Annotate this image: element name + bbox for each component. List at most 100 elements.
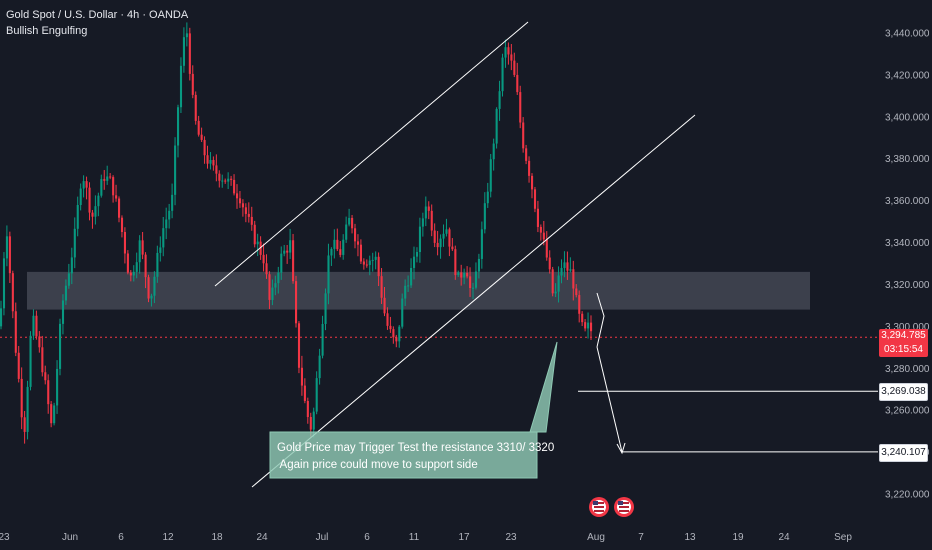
candle-body: [374, 256, 377, 260]
candle-body: [560, 267, 563, 276]
indicator-label[interactable]: Bullish Engulfing: [6, 23, 188, 39]
candle-body: [233, 179, 236, 194]
candle-body: [362, 261, 365, 265]
resistance-zone: [27, 271, 810, 310]
candle-body: [318, 355, 321, 379]
candle-body: [348, 217, 351, 225]
y-tick-label: 3,420.000: [885, 70, 930, 81]
callout-line-2: Again price could move to support side: [277, 459, 478, 471]
candle-body: [56, 368, 59, 406]
candle-body: [97, 195, 100, 207]
candle-body: [271, 287, 274, 300]
candle-body: [297, 323, 301, 368]
candle-body: [315, 378, 318, 412]
candle-body: [73, 228, 76, 258]
x-tick-label: 13: [684, 532, 696, 543]
candle-body: [536, 208, 539, 227]
y-tick-label: 3,400.000: [885, 112, 930, 123]
candle-body: [256, 241, 259, 245]
candle-body: [572, 269, 575, 289]
candle-body: [442, 233, 445, 239]
y-tick-label: 3,220.000: [885, 490, 930, 501]
candle-body: [551, 269, 554, 294]
candle-body: [569, 269, 572, 271]
candle-body: [371, 259, 374, 261]
candle-body: [522, 122, 525, 149]
candle-body: [545, 239, 548, 258]
candle-body: [575, 288, 578, 296]
x-tick-label: 6: [118, 532, 124, 543]
candle-body: [91, 212, 94, 217]
candle-body: [454, 249, 457, 276]
candle-body: [227, 178, 230, 182]
candle-body: [153, 276, 156, 296]
candle-body: [156, 252, 159, 277]
candle-body: [109, 176, 112, 178]
callout[interactable]: Gold Price may Trigger Test the resistan…: [269, 341, 558, 479]
candle-body: [53, 405, 56, 424]
candle-body: [436, 242, 439, 248]
candle-body: [584, 322, 587, 329]
x-axis: 23 Jun 6 12 18 24 Jul 6 11 17 23 Aug 7 13 19 24 Sep: [0, 532, 852, 543]
candle-body: [126, 253, 129, 273]
candle-body: [289, 240, 292, 253]
candle-body: [191, 73, 194, 95]
candle-body: [5, 236, 8, 259]
candle-body: [120, 217, 124, 232]
candle-body: [430, 210, 433, 231]
candle-body: [14, 311, 17, 353]
candle-body: [212, 159, 215, 166]
candle-body: [513, 60, 516, 75]
candle-body: [215, 165, 218, 174]
candle-body: [533, 189, 537, 209]
candle-body: [79, 188, 82, 205]
candle-body: [38, 336, 41, 348]
candle-body: [587, 322, 590, 329]
candle-body: [377, 256, 380, 277]
candle-body: [368, 260, 371, 265]
candle-body: [118, 198, 121, 218]
x-tick-label: Jul: [316, 532, 329, 543]
candle-body: [238, 198, 242, 204]
candle-body: [179, 65, 183, 108]
candle-body: [498, 91, 501, 109]
candle-body: [129, 272, 132, 276]
candle-body: [489, 159, 492, 192]
candle-body: [138, 240, 141, 263]
candle-body: [286, 250, 289, 253]
candle-body: [41, 347, 44, 373]
candle-body: [88, 187, 91, 213]
candle-body: [383, 297, 386, 314]
candle-body: [342, 239, 345, 255]
candle-body: [174, 145, 177, 195]
candle-body: [563, 262, 566, 268]
candles: [0, 22, 593, 444]
candle-body: [531, 175, 534, 190]
candle-body: [300, 367, 303, 386]
y-tick-label: 3,440.000: [885, 29, 930, 40]
candle-body: [418, 226, 421, 253]
candle-body: [135, 262, 138, 272]
candle-body: [501, 57, 504, 92]
candle-body: [8, 236, 11, 274]
candle-body: [477, 258, 480, 272]
candle-body: [413, 256, 416, 268]
projection-arrow-line[interactable]: [596, 346, 623, 453]
candle-body: [312, 411, 315, 430]
us-flag-icon[interactable]: [589, 497, 609, 517]
candle-body: [70, 257, 73, 274]
candle-body: [380, 276, 383, 298]
candle-body: [474, 271, 478, 288]
candle-body: [404, 285, 407, 299]
candle-body: [32, 315, 35, 336]
candle-body: [209, 159, 212, 164]
candle-body: [165, 219, 168, 229]
candle-body: [61, 300, 65, 324]
candle-body: [433, 230, 436, 243]
candle-body: [115, 195, 118, 199]
candle-body: [150, 295, 153, 299]
candle-body: [330, 248, 333, 256]
us-flag-icon[interactable]: [614, 497, 634, 517]
x-tick-label: 24: [256, 532, 268, 543]
x-tick-label: 23: [505, 532, 517, 543]
